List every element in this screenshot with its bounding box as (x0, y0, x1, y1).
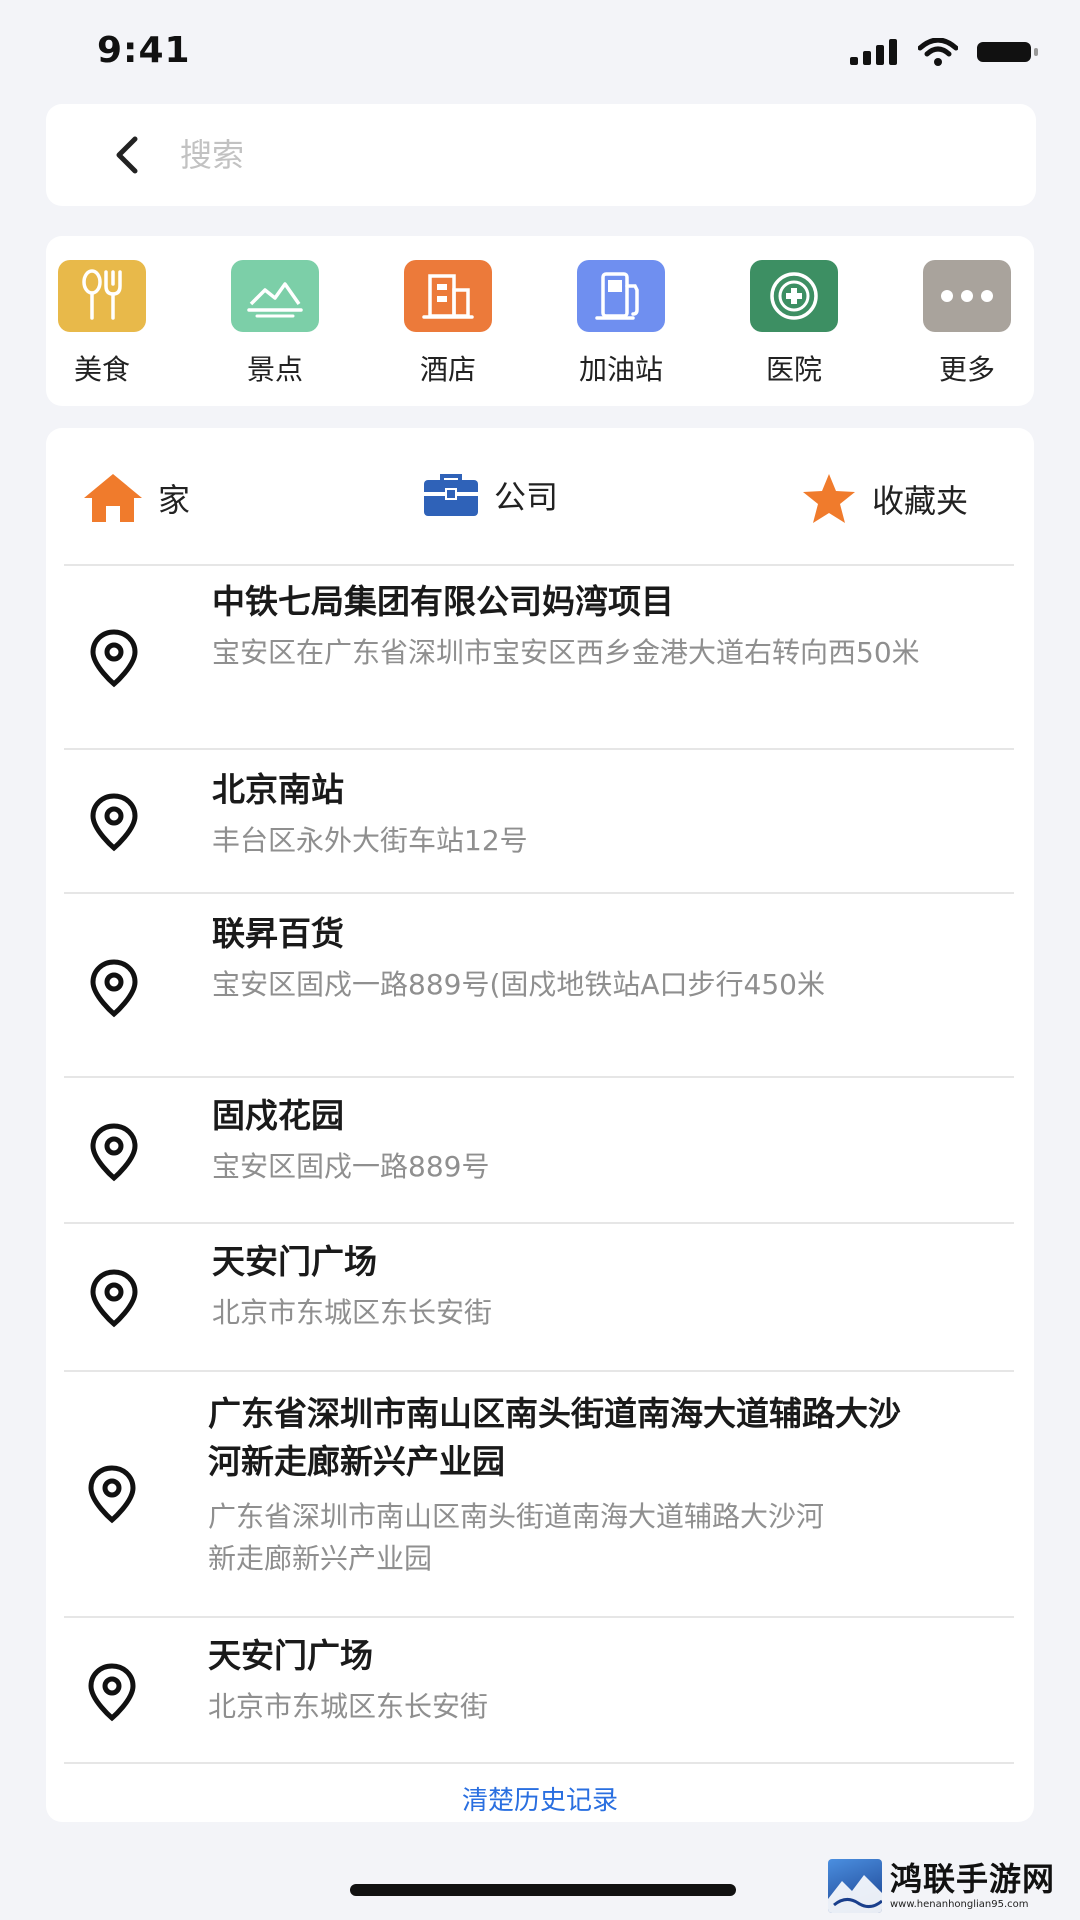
location-pin-icon (90, 1123, 138, 1182)
category-label: 酒店 (419, 353, 476, 386)
divider (64, 1762, 1014, 1764)
history-item-title: 中铁七局集团有限公司妈湾项目 (212, 582, 674, 621)
history-item[interactable]: 天安门广场 北京市东城区东长安街 (46, 1618, 1034, 1762)
history-item[interactable]: 固戍花园 宝安区固戍一路889号 (46, 1078, 1034, 1222)
shortcut-company[interactable]: 公司 (422, 472, 558, 518)
category-bar: 美食 景点 酒店 加油站 医院 更多 (46, 236, 1034, 406)
category-scenic[interactable]: 景点 (215, 260, 335, 388)
watermark-text: 鸿联手游网 www.henanhonglian95.com (890, 1860, 1055, 1912)
category-food[interactable]: 美食 (42, 260, 162, 388)
history-card: 家 公司 收藏夹 中铁七局集团有限公司妈湾项目 宝安区在广东省深圳市宝安区西乡金… (46, 428, 1034, 1822)
chevron-left-icon (116, 136, 138, 174)
category-label: 景点 (246, 353, 303, 386)
watermark-emblem-icon (828, 1859, 882, 1913)
watermark-url: www.henanhonglian95.com (890, 1899, 1029, 1910)
shortcut-row: 家 公司 收藏夹 (46, 428, 1034, 564)
shortcut-home-label: 家 (158, 481, 191, 519)
building-icon (404, 260, 492, 332)
search-input[interactable] (178, 135, 962, 175)
status-time: 9:41 (97, 30, 191, 71)
medical-cross-icon (750, 260, 838, 332)
gas-pump-icon (577, 260, 665, 332)
category-gas-station[interactable]: 加油站 (561, 260, 681, 388)
clear-history-button[interactable]: 清楚历史记录 (46, 1780, 1034, 1817)
history-item[interactable]: 天安门广场 北京市东城区东长安街 (46, 1224, 1034, 1370)
shortcut-home[interactable]: 家 (82, 472, 190, 524)
location-pin-icon (88, 1465, 136, 1524)
history-item-title: 联昇百货 (212, 914, 344, 953)
home-indicator[interactable] (350, 1884, 736, 1896)
history-item[interactable]: 联昇百货 宝安区固戍一路889号(固戍地铁站A口步行450米 (46, 894, 1034, 1076)
history-item-title: 北京南站 (212, 770, 344, 809)
history-item[interactable]: 广东省深圳市南山区南头街道南海大道辅路大沙河新走廊新兴产业园 广东省深圳市南山区… (46, 1372, 1034, 1616)
location-pin-icon (88, 1663, 136, 1722)
history-item-title: 广东省深圳市南山区南头街道南海大道辅路大沙河新走廊新兴产业园 (208, 1394, 901, 1481)
history-item-subtitle: 北京市东城区东长安街 (212, 1296, 493, 1329)
shortcut-favorites-label: 收藏夹 (872, 482, 969, 520)
category-label: 加油站 (578, 353, 663, 386)
shortcut-favorites[interactable]: 收藏夹 (800, 472, 968, 526)
status-bar: 9:41 (0, 0, 1080, 100)
location-pin-icon (90, 959, 138, 1018)
location-pin-icon (90, 793, 138, 852)
history-item-subtitle: 北京市东城区东长安街 (208, 1690, 489, 1723)
history-item-subtitle: 宝安区固戍一路889号(固戍地铁站A口步行450米 (212, 968, 825, 1001)
more-dots-icon (923, 260, 1011, 332)
search-bar (46, 104, 1036, 206)
category-label: 美食 (73, 353, 130, 386)
signal-icon (850, 39, 897, 65)
history-item-title: 固戍花园 (212, 1096, 344, 1135)
location-pin-icon (90, 629, 138, 688)
shortcut-company-label: 公司 (494, 478, 559, 516)
category-label: 更多 (938, 353, 995, 386)
history-item-subtitle: 宝安区固戍一路889号 (212, 1150, 490, 1183)
history-item-subtitle: 广东省深圳市南山区南头街道南海大道辅路大沙河新走廊新兴产业园 (208, 1500, 825, 1575)
history-item[interactable]: 北京南站 丰台区永外大街车站12号 (46, 750, 1034, 892)
status-icons (850, 38, 1040, 66)
category-hospital[interactable]: 医院 (734, 260, 854, 388)
category-more[interactable]: 更多 (907, 260, 1027, 388)
back-button[interactable] (98, 125, 158, 185)
star-icon (803, 474, 855, 523)
location-pin-icon (90, 1269, 138, 1328)
screen: 9:41 搜索 美食 景点 酒店 加油站 医院 更多 家 公司 收藏夹 中铁七局… (0, 0, 1080, 1920)
watermark-logo: 鸿联手游网 www.henanhonglian95.com (828, 1856, 1072, 1916)
category-label: 医院 (765, 353, 822, 386)
wifi-icon (918, 38, 958, 66)
category-hotel[interactable]: 酒店 (388, 260, 508, 388)
history-item-subtitle: 宝安区在广东省深圳市宝安区西乡金港大道右转向西50米 (212, 636, 920, 669)
history-item-title: 天安门广场 (212, 1242, 377, 1281)
mountain-icon (231, 260, 319, 332)
watermark-title: 鸿联手游网 (890, 1860, 1056, 1898)
history-item-title: 天安门广场 (208, 1636, 373, 1675)
battery-icon (977, 42, 1038, 62)
history-item[interactable]: 中铁七局集团有限公司妈湾项目 宝安区在广东省深圳市宝安区西乡金港大道右转向西50… (46, 566, 1034, 748)
history-item-subtitle: 丰台区永外大街车站12号 (212, 824, 528, 857)
fork-knife-icon (58, 260, 146, 332)
briefcase-icon (424, 474, 478, 516)
home-icon (84, 474, 142, 522)
